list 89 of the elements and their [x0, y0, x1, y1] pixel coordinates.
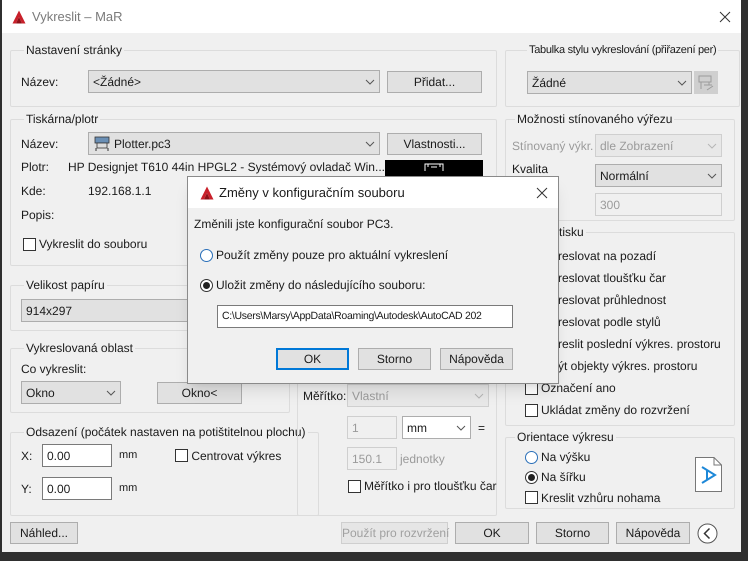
radio-label: Uložit změny do následujícího souboru:	[216, 277, 426, 294]
group-title: Velikost papíru	[25, 278, 106, 293]
checkbox-label: Měřítko i pro tloušťku čar	[364, 478, 497, 495]
landscape-page-icon	[695, 457, 722, 492]
group-title: Vykreslovaná oblast	[25, 341, 134, 356]
button[interactable]: Nápověda	[616, 522, 690, 544]
field-value: HP Designjet T610 44in HPGL2 - Systémový ovladač Win...	[68, 159, 385, 176]
field-value: 192.168.1.1	[88, 183, 152, 200]
dropdown[interactable]: mm	[402, 416, 471, 439]
option-label: reslovat tloušťku čar	[558, 270, 666, 287]
checkbox[interactable]	[348, 480, 361, 492]
table-edit-icon	[698, 74, 714, 90]
field-label: X:	[21, 448, 34, 464]
button[interactable]: Přidat...	[387, 70, 482, 92]
group-title: Možnosti stínovaného výřezu	[516, 112, 674, 127]
equals-sign: =	[478, 420, 486, 436]
chevron-icon	[106, 390, 116, 396]
button[interactable]: Storno	[358, 348, 431, 370]
input-field[interactable]: 0.00	[42, 444, 112, 467]
app-logo-icon	[200, 186, 214, 200]
input-field[interactable]: C:\Users\Marsy\AppData\Roaming\Autodesk\AutoCAD 202	[217, 305, 513, 328]
button[interactable]: OK	[455, 522, 529, 544]
group-title: Tiskárna/plotr	[25, 112, 100, 127]
field-label: Měřítko:	[303, 388, 347, 404]
dropdown[interactable]: Normální	[595, 164, 722, 187]
radio-label: Na výšku	[541, 449, 590, 466]
app-logo-icon	[12, 10, 26, 24]
field-label: Název:	[21, 74, 60, 90]
field-label: Co vykreslit:	[21, 361, 88, 377]
option-label: reslovat průhlednost	[558, 292, 666, 309]
chevron-icon	[365, 140, 375, 146]
button[interactable]: Storno	[536, 522, 609, 544]
button[interactable]: Vlastnosti...	[387, 132, 482, 154]
input-field[interactable]: 0.00	[42, 477, 112, 500]
checkbox[interactable]	[23, 238, 36, 250]
button[interactable]: Okno<	[157, 382, 242, 404]
checkbox-label: Centrovat výkres	[191, 448, 282, 464]
field-label: Stínovaný výkr.	[512, 138, 594, 154]
dialog-title: Změny v konfiguračním souboru	[219, 184, 406, 202]
unit-label: mm	[119, 448, 138, 464]
group-title: tisku	[558, 225, 585, 240]
option-label: reslovat na pozadí	[558, 248, 656, 265]
option-label: reslit poslední výkres. prostoru	[558, 336, 721, 353]
button[interactable]: Nápověda	[440, 348, 513, 370]
checkbox[interactable]	[525, 404, 538, 416]
field-label: Název:	[21, 136, 60, 152]
field-label: Popis:	[21, 207, 56, 224]
checkbox[interactable]	[525, 491, 538, 504]
radio-button[interactable]	[200, 248, 213, 262]
checkbox-label: Ukládat změny do rozvržení	[541, 402, 690, 419]
radio-label: Použít změny pouze pro aktuální vykreslení	[216, 247, 448, 264]
paper-preview-icon	[423, 161, 445, 171]
field-label: Kde:	[21, 183, 47, 200]
button[interactable]: OK	[276, 348, 349, 370]
button[interactable]: Náhled...	[10, 522, 78, 544]
group-title: Tabulka stylu vykreslování (přiřazení per)	[528, 43, 718, 58]
close-icon[interactable]	[536, 186, 548, 198]
chevron-icon	[456, 424, 466, 430]
radio-label: Na šířku	[541, 469, 586, 486]
checkbox-label: Označení ano	[541, 380, 616, 397]
group-title: Odsazení (počátek nastaven na potištitelnou plochu)	[25, 425, 307, 440]
unit-label: jednotky	[400, 450, 445, 468]
plotter-icon	[93, 136, 111, 152]
close-icon[interactable]	[719, 10, 731, 22]
dropdown[interactable]: Okno	[21, 381, 121, 404]
message-text: Změnili jste konfigurační soubor PC3.	[194, 216, 394, 232]
group-title: Nastavení stránky	[25, 43, 124, 58]
checkbox-label: Vykreslit do souboru	[39, 236, 148, 253]
chevron-icon	[365, 78, 375, 84]
collapse-icon[interactable]	[697, 522, 718, 544]
window-title: Vykreslit – MaR	[32, 8, 124, 26]
dropdown[interactable]: Plotter.pc3	[88, 132, 380, 155]
chevron-icon	[677, 80, 687, 86]
field-label: Y:	[21, 480, 33, 498]
radio-button[interactable]	[525, 470, 538, 484]
dropdown[interactable]: Žádné	[527, 71, 692, 94]
chevron-icon	[707, 172, 717, 178]
unit-label: mm	[119, 481, 138, 496]
field-label: Plotr:	[21, 159, 50, 176]
checkbox-label: Kreslit vzhůru nohama	[541, 490, 660, 506]
checkbox[interactable]	[175, 449, 188, 462]
chevron-icon	[707, 142, 717, 148]
radio-button[interactable]	[200, 278, 213, 292]
chevron-icon	[474, 392, 484, 398]
radio-button[interactable]	[525, 450, 538, 464]
field-label: Kvalita	[512, 162, 550, 176]
dropdown[interactable]: <Žádné>	[88, 70, 380, 93]
group-title: Orientace výkresu	[516, 430, 615, 445]
option-label: reslovat podle stylů	[558, 314, 661, 331]
